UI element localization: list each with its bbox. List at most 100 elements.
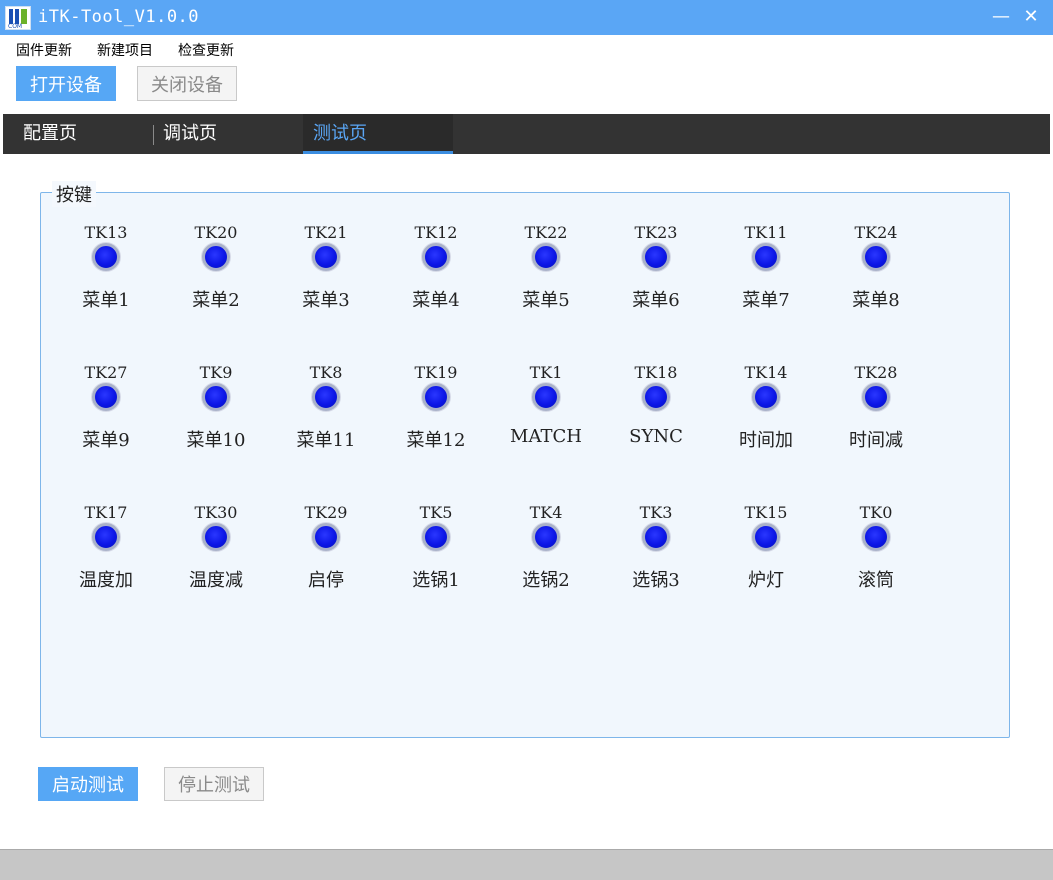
start-test-button[interactable]: 启动测试 [38, 767, 138, 801]
key-label: 菜单10 [186, 430, 246, 451]
key-code: TK30 [194, 503, 238, 522]
key-cell: TK21 菜单3 [271, 223, 381, 333]
key-code: TK15 [744, 503, 788, 522]
key-cell: TK15 炉灯 [711, 503, 821, 613]
key-indicator-led [862, 383, 890, 411]
key-cell: TK13 菜单1 [51, 223, 161, 333]
key-label: 菜单4 [412, 290, 460, 311]
key-code: TK24 [854, 223, 898, 242]
key-indicator-led [92, 383, 120, 411]
key-cell: TK23 菜单6 [601, 223, 711, 333]
key-code: TK27 [84, 363, 128, 382]
key-code: TK11 [744, 223, 788, 242]
key-code: TK9 [199, 363, 233, 382]
app-logo-text: COM [8, 23, 23, 30]
title-bar: COM iTK-Tool_V1.0.0 — ✕ [0, 0, 1053, 35]
open-device-button[interactable]: 打开设备 [16, 66, 116, 101]
key-label: 选锅2 [522, 570, 570, 591]
close-device-button[interactable]: 关闭设备 [137, 66, 237, 101]
key-cell: TK8 菜单11 [271, 363, 381, 473]
key-code: TK19 [414, 363, 458, 382]
key-label: SYNC [629, 426, 683, 447]
key-indicator-led [92, 523, 120, 551]
key-label: 温度加 [79, 570, 133, 591]
key-cell: TK0 滚筒 [821, 503, 931, 613]
key-label: 选锅1 [412, 570, 460, 591]
key-cell: TK22 菜单5 [491, 223, 601, 333]
key-cell: TK12 菜单4 [381, 223, 491, 333]
key-cell: TK3 选锅3 [601, 503, 711, 613]
key-label: 温度减 [189, 570, 243, 591]
key-indicator-led [642, 243, 670, 271]
key-label: 滚筒 [858, 570, 894, 591]
key-cell: TK1 MATCH [491, 363, 601, 473]
key-code: TK28 [854, 363, 898, 382]
key-cell: TK18 SYNC [601, 363, 711, 473]
key-cell: TK11 菜单7 [711, 223, 821, 333]
menu-check-update[interactable]: 检查更新 [178, 40, 234, 60]
minimize-icon[interactable]: — [990, 7, 1012, 27]
key-label: MATCH [510, 426, 582, 447]
key-indicator-led [92, 243, 120, 271]
key-cell: TK30 温度减 [161, 503, 271, 613]
keys-group-title: 按键 [52, 181, 96, 207]
key-indicator-led [202, 243, 230, 271]
key-label: 菜单2 [192, 290, 240, 311]
key-indicator-led [422, 523, 450, 551]
menu-new-project[interactable]: 新建项目 [97, 40, 153, 60]
key-indicator-led [862, 523, 890, 551]
key-label: 菜单7 [742, 290, 790, 311]
key-label: 时间加 [739, 430, 793, 451]
key-label: 菜单6 [632, 290, 680, 311]
key-label: 菜单5 [522, 290, 570, 311]
key-indicator-led [532, 383, 560, 411]
window-title: iTK-Tool_V1.0.0 [38, 7, 200, 27]
key-code: TK20 [194, 223, 238, 242]
key-indicator-led [752, 523, 780, 551]
key-code: TK1 [529, 363, 563, 382]
key-code: TK21 [304, 223, 348, 242]
key-indicator-led [532, 243, 560, 271]
key-indicator-led [312, 243, 340, 271]
key-code: TK13 [84, 223, 128, 242]
key-label: 炉灯 [748, 570, 784, 591]
key-code: TK5 [419, 503, 453, 522]
menu-firmware-update[interactable]: 固件更新 [16, 40, 72, 60]
key-cell: TK5 选锅1 [381, 503, 491, 613]
key-code: TK29 [304, 503, 348, 522]
key-indicator-led [312, 523, 340, 551]
key-cell: TK27 菜单9 [51, 363, 161, 473]
stop-test-button[interactable]: 停止测试 [164, 767, 264, 801]
key-cell: TK14 时间加 [711, 363, 821, 473]
key-indicator-led [422, 243, 450, 271]
key-label: 菜单8 [852, 290, 900, 311]
close-icon[interactable]: ✕ [1020, 7, 1042, 27]
tab-debug[interactable]: 调试页 [153, 114, 303, 154]
key-indicator-led [422, 383, 450, 411]
key-indicator-led [752, 383, 780, 411]
key-cell: TK28 时间减 [821, 363, 931, 473]
tab-test[interactable]: 测试页 [303, 114, 453, 154]
key-code: TK12 [414, 223, 458, 242]
key-indicator-led [642, 383, 670, 411]
key-indicator-led [642, 523, 670, 551]
key-code: TK3 [639, 503, 673, 522]
key-code: TK8 [309, 363, 343, 382]
key-cell: TK9 菜单10 [161, 363, 271, 473]
key-label: 菜单12 [406, 430, 466, 451]
key-label: 启停 [308, 570, 344, 591]
key-label: 菜单11 [296, 430, 356, 451]
menu-bar: 固件更新 新建项目 检查更新 [0, 35, 1053, 61]
key-cell: TK17 温度加 [51, 503, 161, 613]
key-cell: TK29 启停 [271, 503, 381, 613]
tab-config[interactable]: 配置页 [3, 114, 153, 154]
key-label: 选锅3 [632, 570, 680, 591]
key-code: TK4 [529, 503, 563, 522]
key-indicator-led [532, 523, 560, 551]
key-code: TK22 [524, 223, 568, 242]
key-code: TK17 [84, 503, 128, 522]
key-code: TK14 [744, 363, 788, 382]
key-indicator-led [862, 243, 890, 271]
key-indicator-led [202, 523, 230, 551]
key-label: 菜单9 [82, 430, 130, 451]
